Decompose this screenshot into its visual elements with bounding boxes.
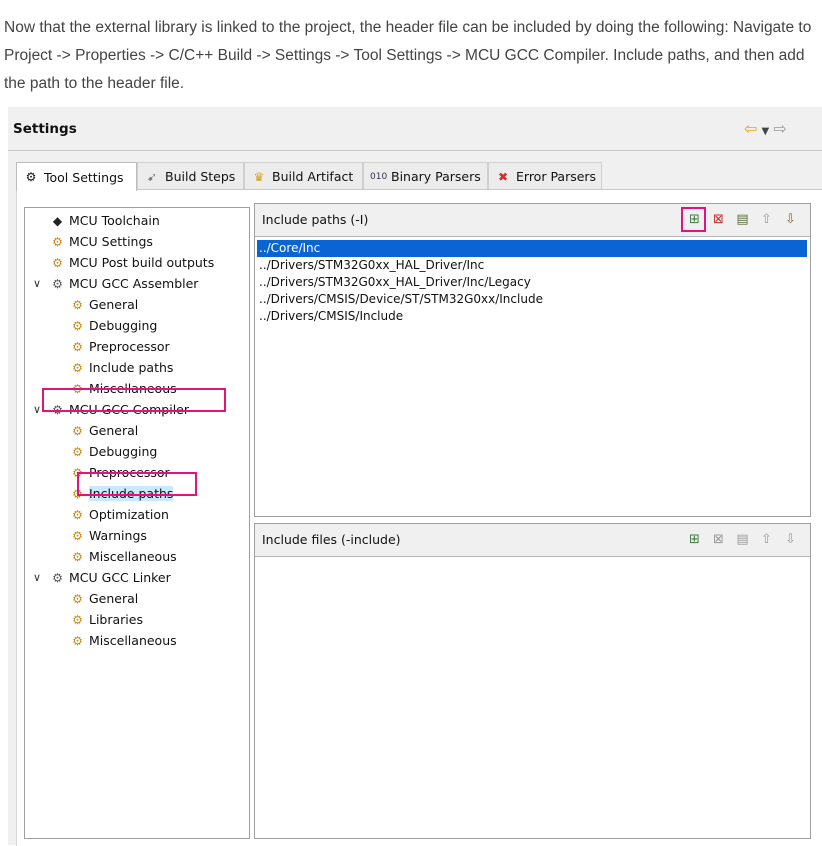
edit-icon[interactable]: ▤ (733, 210, 752, 229)
settings-folder-icon: ⚙ (72, 382, 83, 396)
tree-item-ld-general[interactable]: ⚙ General (69, 588, 138, 609)
include-paths-title: Include paths (-I) (262, 212, 369, 227)
chevron-down-icon[interactable]: ∨ (30, 567, 44, 588)
include-files-header: Include files (-include) ⊞ ⊠ ▤ ⇧ ⇩ (255, 524, 810, 557)
tab-label: Build Artifact (272, 169, 354, 184)
settings-folder-icon: ⚙ (72, 634, 83, 648)
tree-item-cc-miscellaneous[interactable]: ⚙ Miscellaneous (69, 546, 177, 567)
tree-item-mcu-settings[interactable]: ⚙ MCU Settings (49, 231, 153, 252)
settings-folder-icon: ⚙ (72, 529, 83, 543)
include-path-item[interactable]: ../Drivers/STM32G0xx_HAL_Driver/Inc/Lega… (257, 274, 807, 291)
tab-label: Tool Settings (44, 169, 124, 185)
tree-item-cc-warnings[interactable]: ⚙ Warnings (69, 525, 147, 546)
error-icon: ✖ (497, 169, 509, 184)
tab-tool-settings[interactable]: ⚙ Tool Settings (16, 162, 137, 191)
settings-folder-icon: ⚙ (52, 256, 63, 270)
include-path-item[interactable]: ../Core/Inc (257, 240, 807, 257)
settings-folder-icon: ⚙ (72, 508, 83, 522)
settings-folder-icon: ⚙ (72, 466, 83, 480)
include-files-title: Include files (-include) (262, 532, 401, 547)
add-icon[interactable]: ⊞ (685, 530, 704, 549)
include-path-item[interactable]: ../Drivers/CMSIS/Include (257, 308, 807, 325)
settings-folder-icon: ⚙ (72, 361, 83, 375)
move-up-icon[interactable]: ⇧ (757, 530, 776, 549)
tree-item-mcu-post-build[interactable]: ⚙ MCU Post build outputs (49, 252, 214, 273)
tree-item-cc-preprocessor[interactable]: ⚙ Preprocessor (69, 462, 170, 483)
tree-item-ld-libraries[interactable]: ⚙ Libraries (69, 609, 143, 630)
tree-item-asm-general[interactable]: ⚙ General (69, 294, 138, 315)
tree-item-ld-miscellaneous[interactable]: ⚙ Miscellaneous (69, 630, 177, 651)
tree-item-asm-miscellaneous[interactable]: ⚙ Miscellaneous (69, 378, 177, 399)
tab-label: Binary Parsers (391, 169, 481, 184)
settings-folder-icon: ⚙ (72, 592, 83, 606)
tree-item-gcc-assembler[interactable]: ∨ ⚙ MCU GCC Assembler (33, 273, 198, 294)
forward-arrow-icon[interactable]: ⇨ (773, 119, 786, 138)
delete-icon[interactable]: ⊠ (709, 210, 728, 229)
settings-folder-icon: ⚙ (52, 235, 63, 249)
tree-item-mcu-toolchain[interactable]: ◆ MCU Toolchain (49, 210, 160, 231)
tree-item-cc-general[interactable]: ⚙ General (69, 420, 138, 441)
settings-folder-icon: ⚙ (72, 445, 83, 459)
chevron-down-icon[interactable]: ∨ (30, 273, 44, 294)
settings-folder-icon: ⚙ (72, 550, 83, 564)
tool-settings-gear-icon: ⚙ (25, 170, 37, 184)
tab-error-parsers[interactable]: ✖ Error Parsers (488, 162, 602, 190)
include-paths-header: Include paths (-I) ⊞ ⊠ ▤ ⇧ ⇩ (255, 204, 810, 237)
tree-item-asm-preprocessor[interactable]: ⚙ Preprocessor (69, 336, 170, 357)
tab-label: Error Parsers (516, 169, 597, 184)
settings-window: Settings ⇦ ▼ ⇨ ⚙ Tool Settings ➹ Build S… (8, 107, 822, 846)
tab-label: Build Steps (165, 169, 236, 184)
move-down-icon[interactable]: ⇩ (781, 210, 800, 229)
settings-folder-icon: ⚙ (72, 319, 83, 333)
include-paths-panel: Include paths (-I) ⊞ ⊠ ▤ ⇧ ⇩ ../Core/Inc… (254, 203, 811, 517)
tree-item-cc-debugging[interactable]: ⚙ Debugging (69, 441, 157, 462)
settings-tree: ◆ MCU Toolchain ⚙ MCU Settings ⚙ MCU Post b… (24, 207, 250, 839)
include-path-item[interactable]: ../Drivers/CMSIS/Device/ST/STM32G0xx/Inc… (257, 291, 807, 308)
gear-icon: ⚙ (52, 571, 63, 585)
back-arrow-icon[interactable]: ⇦ (744, 119, 757, 138)
tree-item-asm-include-paths[interactable]: ⚙ Include paths (69, 357, 173, 378)
binary-icon: 010 (370, 171, 388, 182)
settings-folder-icon: ⚙ (72, 487, 83, 501)
settings-folder-icon: ⚙ (72, 298, 83, 312)
tree-item-gcc-compiler[interactable]: ∨ ⚙ MCU GCC Compiler (33, 399, 189, 420)
settings-folder-icon: ⚙ (72, 613, 83, 627)
tree-item-gcc-linker[interactable]: ∨ ⚙ MCU GCC Linker (33, 567, 171, 588)
tab-build-artifact[interactable]: ♛ Build Artifact (244, 162, 363, 190)
build-steps-icon: ➹ (146, 169, 158, 184)
include-path-item[interactable]: ../Drivers/STM32G0xx_HAL_Driver/Inc (257, 257, 807, 274)
tree-item-asm-debugging[interactable]: ⚙ Debugging (69, 315, 157, 336)
gear-icon: ⚙ (52, 277, 63, 291)
tab-build-steps[interactable]: ➹ Build Steps (137, 162, 244, 190)
trophy-icon: ♛ (253, 169, 265, 184)
chevron-down-icon[interactable]: ∨ (30, 399, 44, 420)
chevron-down-icon[interactable]: ▼ (762, 126, 770, 137)
intro-paragraph: Now that the external library is linked … (4, 19, 812, 92)
tree-item-cc-optimization[interactable]: ⚙ Optimization (69, 504, 169, 525)
gear-icon: ⚙ (52, 403, 63, 417)
include-files-panel: Include files (-include) ⊞ ⊠ ▤ ⇧ ⇩ (254, 523, 811, 839)
settings-title: Settings (13, 121, 77, 137)
settings-folder-icon: ⚙ (72, 424, 83, 438)
settings-folder-icon: ⚙ (72, 340, 83, 354)
tree-item-cc-include-paths[interactable]: ⚙ Include paths (69, 483, 174, 504)
move-up-icon[interactable]: ⇧ (757, 210, 776, 229)
nav-arrows: ⇦ ▼ ⇨ (744, 119, 787, 138)
edit-icon[interactable]: ▤ (733, 530, 752, 549)
delete-icon[interactable]: ⊠ (709, 530, 728, 549)
add-icon[interactable]: ⊞ (685, 210, 704, 229)
move-down-icon[interactable]: ⇩ (781, 530, 800, 549)
tab-binary-parsers[interactable]: 010 Binary Parsers (363, 162, 488, 190)
title-separator (8, 150, 822, 151)
chip-icon: ◆ (52, 214, 63, 228)
